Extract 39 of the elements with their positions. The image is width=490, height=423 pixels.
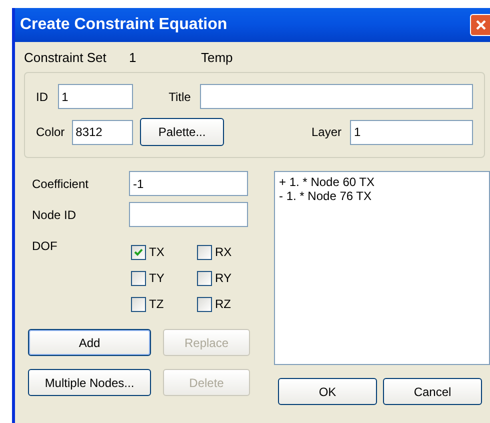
- checkbox-label: RZ: [215, 296, 231, 313]
- dialog-button[interactable]: OK: [278, 378, 377, 405]
- checkbox-label: TY: [149, 270, 164, 287]
- close-icon: [474, 19, 486, 31]
- text-field[interactable]: 1: [350, 120, 473, 144]
- check-icon: [134, 248, 143, 256]
- text-field[interactable]: -1: [129, 171, 248, 196]
- set-title: Temp: [201, 49, 233, 68]
- window-title: Create Constraint Equation: [20, 15, 228, 35]
- checkbox-label: TX: [149, 244, 164, 261]
- checkbox-label: TZ: [149, 296, 164, 313]
- field-label: ID: [36, 88, 49, 106]
- checkbox[interactable]: [131, 244, 146, 260]
- field-label: Layer: [311, 124, 342, 141]
- text-field[interactable]: 1: [58, 84, 133, 109]
- dialog-button[interactable]: Cancel: [383, 378, 482, 405]
- checkbox[interactable]: [131, 270, 146, 286]
- field-label: Coefficient: [31, 176, 90, 192]
- text-field[interactable]: [129, 202, 248, 227]
- dialog-button[interactable]: Add: [28, 329, 151, 356]
- text-field[interactable]: 8312: [72, 120, 133, 144]
- list-item[interactable]: - 1. * Node 76 TX: [279, 189, 485, 203]
- list-item[interactable]: + 1. * Node 60 TX: [279, 175, 485, 189]
- field-label: DOF: [31, 238, 58, 255]
- close-button[interactable]: [470, 14, 490, 36]
- checkbox[interactable]: [197, 244, 212, 260]
- palette-button[interactable]: Palette...: [140, 118, 224, 146]
- text-field[interactable]: [200, 84, 473, 109]
- checkbox-label: RX: [215, 244, 232, 261]
- checkbox[interactable]: [131, 296, 146, 312]
- field-label: Color: [36, 124, 66, 141]
- field-label: Node ID: [31, 206, 78, 224]
- checkbox-label: RY: [215, 270, 232, 287]
- field-label: Title: [168, 88, 192, 106]
- dialog-button[interactable]: Multiple Nodes...: [28, 369, 151, 396]
- set-number: 1: [129, 49, 138, 68]
- checkbox[interactable]: [197, 270, 212, 286]
- checkbox[interactable]: [197, 296, 212, 312]
- set-label: Constraint Set: [24, 49, 108, 68]
